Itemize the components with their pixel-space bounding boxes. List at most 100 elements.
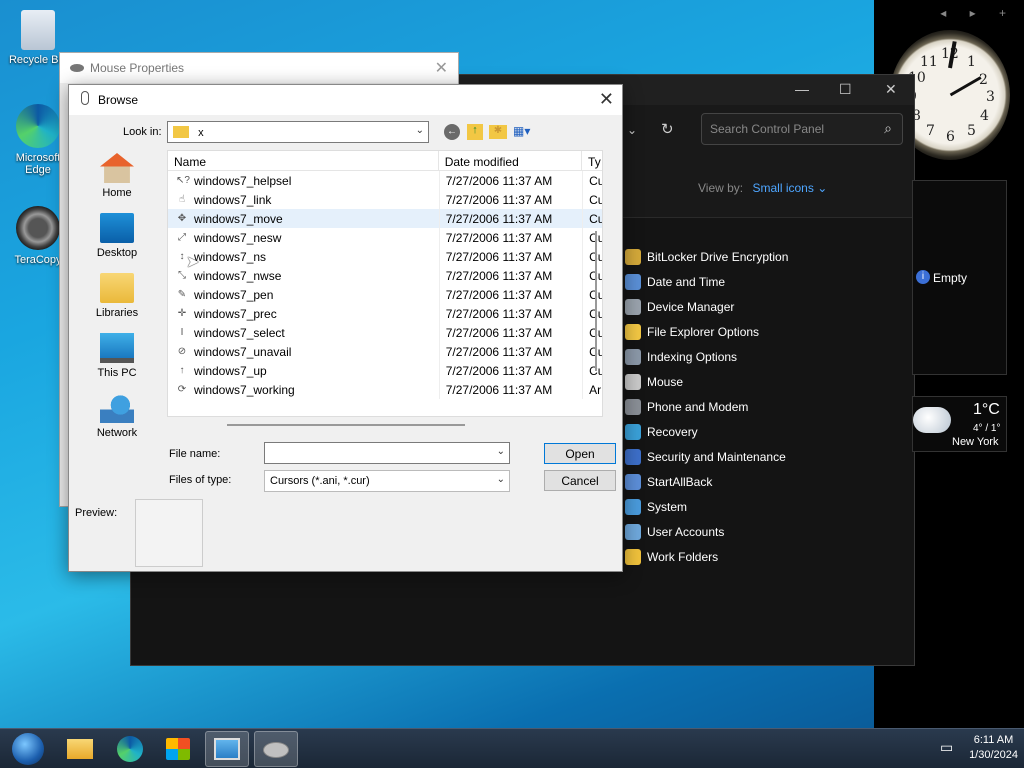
- file-name: windows7_ns: [194, 249, 267, 264]
- maximize-icon[interactable]: ☐: [839, 81, 852, 98]
- control-panel-item-label: Device Manager: [647, 299, 735, 314]
- action-center-icon[interactable]: ▭: [940, 739, 953, 756]
- taskbar-edge[interactable]: [108, 731, 152, 767]
- desktop-icon-label: Microsoft Edge: [15, 152, 61, 176]
- places-this-pc[interactable]: This PC: [81, 333, 153, 393]
- control-panel-item[interactable]: Indexing Options: [625, 344, 788, 369]
- control-panel-item[interactable]: Date and Time: [625, 269, 788, 294]
- teracopy-icon: [16, 206, 60, 250]
- control-panel-items: BitLocker Drive Encryption Date and Time D…: [625, 244, 788, 569]
- cancel-button[interactable]: Cancel: [544, 470, 616, 491]
- file-row[interactable]: Iwindows7_select7/27/2006 11:37 AMCu: [168, 323, 602, 342]
- sidebar-nav[interactable]: ◂ ▸ +: [940, 6, 1016, 20]
- control-panel-item[interactable]: Device Manager: [625, 294, 788, 319]
- up-folder-icon[interactable]: ↑: [467, 124, 483, 140]
- start-button[interactable]: [6, 731, 50, 767]
- file-row[interactable]: ✎windows7_pen7/27/2006 11:37 AMCu: [168, 285, 602, 304]
- control-panel-item-icon: [625, 373, 641, 390]
- control-panel-item[interactable]: BitLocker Drive Encryption: [625, 244, 788, 269]
- file-row[interactable]: ↕windows7_ns7/27/2006 11:37 AMCu: [168, 247, 602, 266]
- cursor-file-icon: ⊘: [177, 346, 187, 357]
- taskbar-store[interactable]: [156, 731, 200, 767]
- control-panel-item-label: Date and Time: [647, 274, 726, 289]
- places-network[interactable]: Network: [81, 393, 153, 453]
- control-panel-item-label: StartAllBack: [647, 474, 713, 489]
- horizontal-scrollbar-thumb[interactable]: [227, 424, 465, 426]
- open-button[interactable]: Open: [544, 443, 616, 464]
- scrollbar-thumb[interactable]: [595, 231, 597, 371]
- browse-titlebar: Browse ✕: [69, 85, 622, 115]
- control-panel-item[interactable]: Security and Maintenance: [625, 444, 788, 469]
- empty-gadget: i Empty: [912, 180, 1007, 375]
- files-of-type-value: Cursors (*.ani, *.cur): [270, 475, 370, 487]
- back-icon[interactable]: ←: [444, 124, 460, 140]
- view-menu-icon[interactable]: ▦▾: [513, 124, 537, 140]
- empty-label: Empty: [933, 271, 968, 285]
- view-by-dropdown[interactable]: Small icons: [752, 181, 813, 195]
- file-row[interactable]: ⊘windows7_unavail7/27/2006 11:37 AMCu: [168, 342, 602, 361]
- control-panel-item-icon: [625, 473, 641, 490]
- places-home[interactable]: Home: [81, 153, 153, 213]
- taskbar-file-explorer[interactable]: [58, 731, 102, 767]
- control-panel-item[interactable]: Work Folders: [625, 544, 788, 569]
- file-name: windows7_up: [194, 363, 267, 378]
- places-label: This PC: [97, 367, 137, 379]
- chevron-down-icon[interactable]: ⌄: [627, 123, 637, 137]
- clock-number: 1: [967, 54, 976, 70]
- control-panel-item[interactable]: Phone and Modem: [625, 394, 788, 419]
- file-name-input[interactable]: ⌄: [264, 442, 510, 464]
- control-panel-item[interactable]: File Explorer Options: [625, 319, 788, 344]
- file-name: windows7_helpsel: [194, 173, 292, 188]
- file-row[interactable]: ☝windows7_link7/27/2006 11:37 AMCu: [168, 190, 602, 209]
- file-row[interactable]: ⤡windows7_nwse7/27/2006 11:37 AMCu: [168, 266, 602, 285]
- file-name: windows7_nesw: [194, 230, 282, 245]
- column-header-date[interactable]: Date modified: [439, 151, 583, 170]
- mouse-icon: [70, 64, 84, 72]
- control-panel-item-icon: [625, 498, 641, 515]
- file-row[interactable]: ↖?windows7_helpsel7/27/2006 11:37 AMCu: [168, 171, 602, 190]
- file-row[interactable]: ✛windows7_prec7/27/2006 11:37 AMCu: [168, 304, 602, 323]
- close-icon[interactable]: ✕: [599, 89, 614, 110]
- places-label: Desktop: [96, 247, 138, 259]
- cursor-file-icon: ☝: [178, 194, 186, 205]
- close-icon[interactable]: ✕: [435, 58, 448, 78]
- file-row[interactable]: ⤢windows7_nesw7/27/2006 11:37 AMCu: [168, 228, 602, 247]
- files-of-type-dropdown[interactable]: Cursors (*.ani, *.cur) ⌄: [264, 470, 510, 492]
- windows-orb-icon: [12, 733, 44, 765]
- clock-number: 2: [979, 72, 988, 88]
- file-row[interactable]: ✥windows7_move7/27/2006 11:37 AMCu: [168, 209, 602, 228]
- view-by: View by: Small icons ⌄: [698, 181, 827, 195]
- look-in-dropdown[interactable]: x ⌄: [167, 121, 429, 143]
- control-panel-item-label: BitLocker Drive Encryption: [647, 249, 789, 264]
- search-input[interactable]: Search Control Panel ⌕: [701, 113, 903, 145]
- file-row[interactable]: ⟳ windows7_working 7/27/2006 11:37 AM Ar: [168, 380, 602, 399]
- file-row[interactable]: ↑windows7_up7/27/2006 11:37 AMCu: [168, 361, 602, 380]
- control-panel-item[interactable]: User Accounts: [625, 519, 788, 544]
- control-panel-item[interactable]: System: [625, 494, 788, 519]
- vertical-scrollbar[interactable]: [590, 151, 602, 416]
- close-icon[interactable]: ✕: [885, 81, 897, 98]
- file-rows: ↖?windows7_helpsel7/27/2006 11:37 AMCu☝w…: [168, 171, 602, 399]
- mouse-icon: [81, 91, 89, 105]
- search-icon: ⌕: [884, 120, 892, 136]
- places-label: Network: [96, 427, 138, 439]
- system-clock[interactable]: 6:11 AM 1/30/2024: [969, 733, 1018, 763]
- taskbar-control-panel[interactable]: [205, 731, 249, 767]
- control-panel-item[interactable]: Mouse: [625, 369, 788, 394]
- cursor-file-icon: ⟳: [177, 384, 187, 395]
- dialog-title: Browse: [98, 93, 139, 107]
- minimize-icon[interactable]: —: [795, 81, 809, 97]
- file-name-label: File name:: [169, 448, 221, 460]
- control-panel-item-label: Security and Maintenance: [647, 449, 786, 464]
- places-desktop[interactable]: Desktop: [81, 213, 153, 273]
- new-folder-icon[interactable]: ✱: [489, 125, 507, 139]
- taskbar-mouse-properties[interactable]: [254, 731, 298, 767]
- file-name: windows7_select: [194, 325, 285, 340]
- file-name: windows7_move: [194, 211, 283, 226]
- cursor-file-icon: ⤢: [178, 232, 186, 243]
- refresh-icon[interactable]: ↻: [661, 120, 674, 138]
- control-panel-item[interactable]: StartAllBack: [625, 469, 788, 494]
- places-libraries[interactable]: Libraries: [81, 273, 153, 333]
- control-panel-item-icon: [625, 323, 641, 340]
- control-panel-item[interactable]: Recovery: [625, 419, 788, 444]
